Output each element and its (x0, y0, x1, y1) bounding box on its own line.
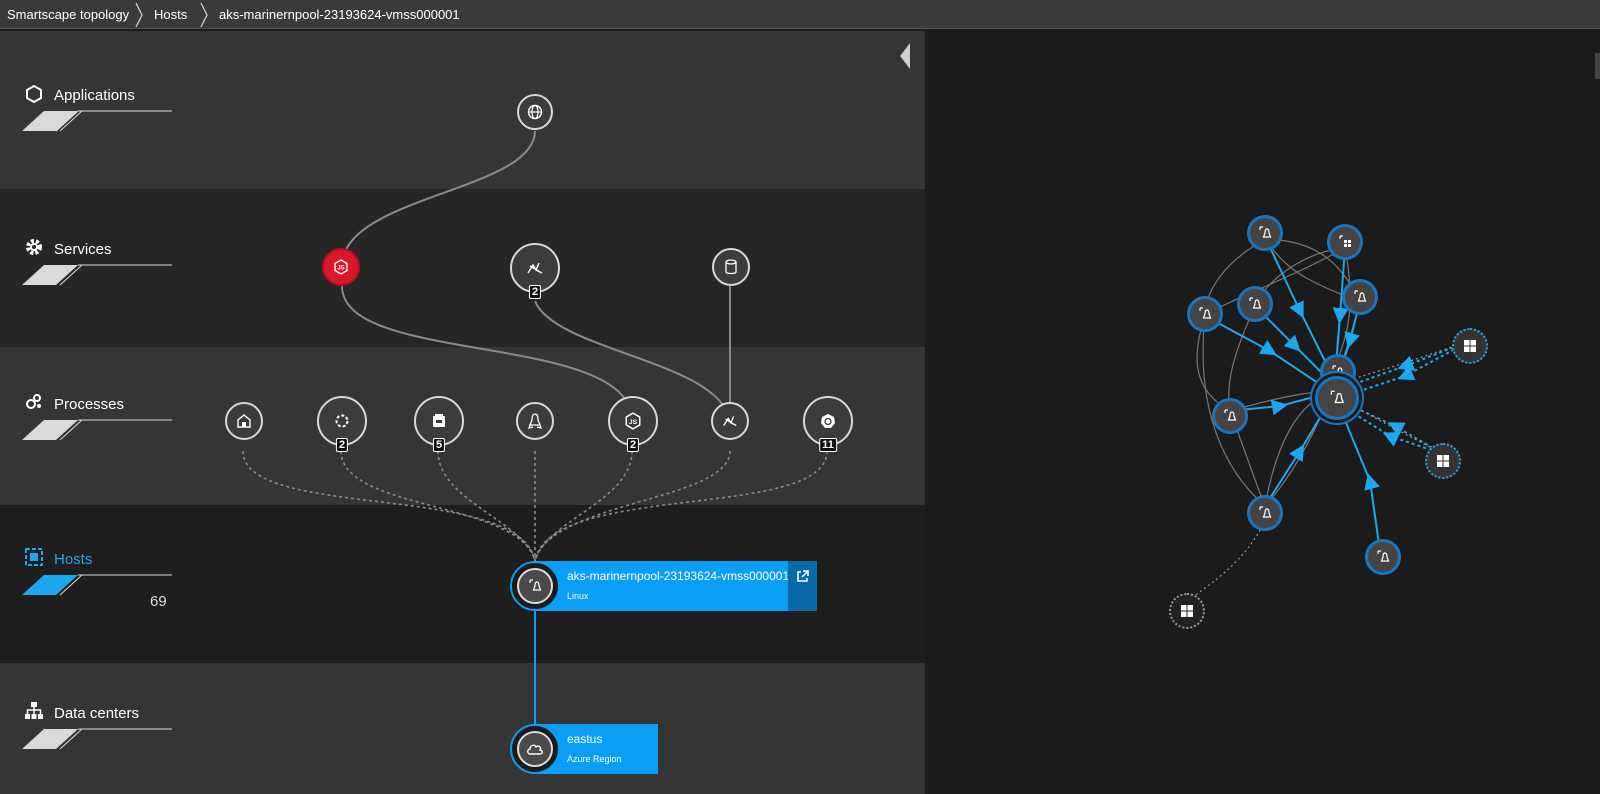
breadcrumb: Smartscape topology Hosts aks-marinernpo… (0, 0, 1600, 29)
windows-host-icon (1339, 235, 1351, 247)
linux-host-icon (1259, 506, 1272, 518)
linux-host-icon (1354, 290, 1367, 302)
linux-host-icon (1377, 550, 1390, 562)
network-process-icon (723, 416, 737, 427)
datacenter-node[interactable] (510, 724, 560, 774)
side-panel-tab[interactable] (1595, 53, 1600, 79)
host-graph-panel[interactable] (925, 31, 1600, 794)
process-count-badge: 2 (626, 438, 640, 452)
graph-host-node[interactable] (1327, 224, 1363, 260)
process-node-webserver[interactable] (225, 402, 263, 440)
process-node-nodejs[interactable]: JS 2 (608, 396, 658, 452)
linux-host-icon (529, 579, 542, 591)
process-count-badge: 5 (432, 438, 446, 452)
service-node-nodejs[interactable]: JS (322, 248, 360, 286)
host-graph-edges (1186, 238, 1471, 602)
nodejs-icon: JS (625, 412, 641, 430)
process-node-linux[interactable] (516, 402, 554, 440)
linux-host-icon (1224, 409, 1237, 421)
service-count-badge: 2 (528, 285, 542, 299)
linux-icon (528, 413, 542, 429)
application-node[interactable] (517, 94, 553, 130)
linux-host-icon (1249, 297, 1262, 309)
linux-host-icon (1259, 226, 1272, 238)
graph-windows-host-node[interactable] (1452, 328, 1488, 364)
globe-icon (527, 104, 543, 120)
database-icon (725, 259, 737, 275)
process-count-badge: 11 (819, 438, 837, 452)
svg-text:JS: JS (337, 266, 344, 272)
svg-text:JS: JS (629, 419, 638, 426)
graph-host-node[interactable] (1212, 398, 1248, 434)
cloud-icon (527, 744, 543, 755)
web-server-icon (237, 414, 251, 428)
host-os: Linux (567, 591, 589, 601)
network-service-icon (527, 262, 543, 274)
container-process-icon (433, 414, 445, 427)
host-name[interactable]: aks-marinernpool-23193624-vmss000001 (567, 569, 789, 583)
graph-host-node[interactable] (1365, 539, 1401, 575)
process-node-kubernetes[interactable]: 11 (803, 396, 853, 452)
graph-windows-host-node[interactable] (1425, 443, 1461, 479)
datacenter-name[interactable]: eastus (567, 732, 602, 746)
windows-icon (1464, 340, 1476, 352)
breadcrumb-smartscape[interactable]: Smartscape topology (7, 7, 129, 22)
graph-host-node[interactable] (1247, 495, 1283, 531)
cluster-process-icon (335, 414, 349, 428)
graph-host-node[interactable] (1237, 286, 1273, 322)
chevron-right-icon (200, 2, 208, 28)
host-node[interactable] (510, 561, 560, 611)
graph-host-node[interactable] (1342, 279, 1378, 315)
process-count-badge: 2 (335, 438, 349, 452)
breadcrumb-current-host: aks-marinernpool-23193624-vmss000001 (219, 7, 460, 22)
graph-host-node[interactable] (1247, 215, 1283, 251)
process-node-cluster[interactable]: 2 (317, 396, 367, 452)
datacenter-type: Azure Region (567, 754, 622, 764)
graph-windows-host-node[interactable] (1169, 593, 1205, 629)
process-node-network[interactable] (711, 402, 749, 440)
chevron-right-icon (135, 2, 143, 28)
windows-icon (1437, 455, 1449, 467)
service-node-database[interactable] (712, 248, 750, 286)
kubernetes-icon (821, 414, 835, 428)
process-node-container[interactable]: 5 (414, 396, 464, 452)
linux-host-icon (1199, 307, 1212, 319)
linux-host-icon (1330, 390, 1345, 404)
service-node-network[interactable]: 2 (510, 243, 560, 299)
open-host-button[interactable] (788, 561, 817, 611)
windows-icon (1181, 605, 1193, 617)
graph-selected-host-node[interactable] (1315, 376, 1359, 420)
breadcrumb-hosts[interactable]: Hosts (154, 7, 187, 22)
external-link-icon (797, 570, 809, 582)
graph-host-node[interactable] (1187, 296, 1223, 332)
host-card[interactable]: aks-marinernpool-23193624-vmss000001 Lin… (535, 561, 789, 611)
nodejs-icon: JS (334, 259, 348, 275)
vertical-topology-panel: Applications Services Processes Hosts 69… (0, 31, 925, 794)
